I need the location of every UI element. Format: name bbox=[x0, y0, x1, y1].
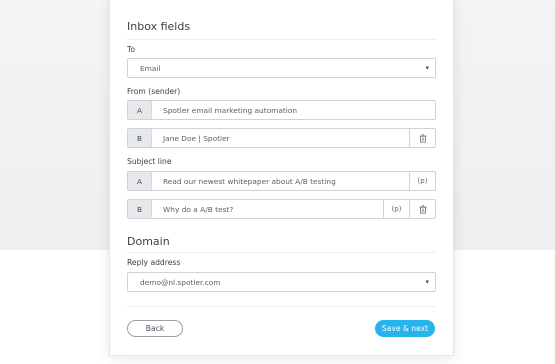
from-variant-b-input[interactable]: Jane Doe | Spotler bbox=[152, 129, 409, 147]
to-select[interactable]: Email ▾ bbox=[127, 58, 436, 78]
delete-button[interactable] bbox=[409, 200, 435, 218]
from-variant-a-field[interactable]: A Spotler email marketing automation bbox=[127, 100, 436, 120]
variant-badge-a: A bbox=[128, 101, 152, 119]
subject-variant-a-input[interactable]: Read our newest whitepaper about A/B tes… bbox=[152, 172, 409, 190]
delete-button[interactable] bbox=[409, 129, 435, 147]
variant-badge-b: B bbox=[128, 129, 152, 147]
subject-variant-b-input[interactable]: Why do a A/B test? bbox=[152, 200, 383, 218]
from-variant-a-input[interactable]: Spotler email marketing automation bbox=[152, 101, 435, 119]
inbox-fields-card: Inbox fields To Email ▾ From (sender) A … bbox=[109, 0, 454, 356]
divider bbox=[127, 39, 436, 40]
to-select-value: Email bbox=[140, 64, 161, 73]
personalize-button[interactable]: (p) bbox=[383, 200, 409, 218]
domain-title: Domain bbox=[127, 235, 170, 248]
personalize-button[interactable]: (p) bbox=[409, 172, 435, 190]
inbox-fields-title: Inbox fields bbox=[127, 20, 191, 33]
reply-address-value: demo@nl.spotler.com bbox=[140, 278, 221, 287]
chevron-down-icon: ▾ bbox=[425, 278, 429, 286]
divider bbox=[127, 306, 436, 307]
from-variant-b-field[interactable]: B Jane Doe | Spotler bbox=[127, 128, 436, 148]
to-label: To bbox=[127, 45, 135, 54]
variant-badge-b: B bbox=[128, 200, 152, 218]
trash-icon bbox=[419, 133, 426, 143]
subject-variant-a-field[interactable]: A Read our newest whitepaper about A/B t… bbox=[127, 171, 436, 191]
from-label: From (sender) bbox=[127, 87, 181, 96]
chevron-down-icon: ▾ bbox=[425, 64, 429, 72]
trash-icon bbox=[419, 204, 426, 214]
reply-address-label: Reply address bbox=[127, 258, 181, 267]
reply-address-select[interactable]: demo@nl.spotler.com ▾ bbox=[127, 272, 436, 292]
variant-badge-a: A bbox=[128, 172, 152, 190]
divider bbox=[127, 252, 436, 253]
save-next-button[interactable]: Save & next bbox=[375, 320, 435, 337]
back-button[interactable]: Back bbox=[127, 320, 183, 337]
subject-variant-b-field[interactable]: B Why do a A/B test? (p) bbox=[127, 199, 436, 219]
subject-label: Subject line bbox=[127, 157, 172, 166]
